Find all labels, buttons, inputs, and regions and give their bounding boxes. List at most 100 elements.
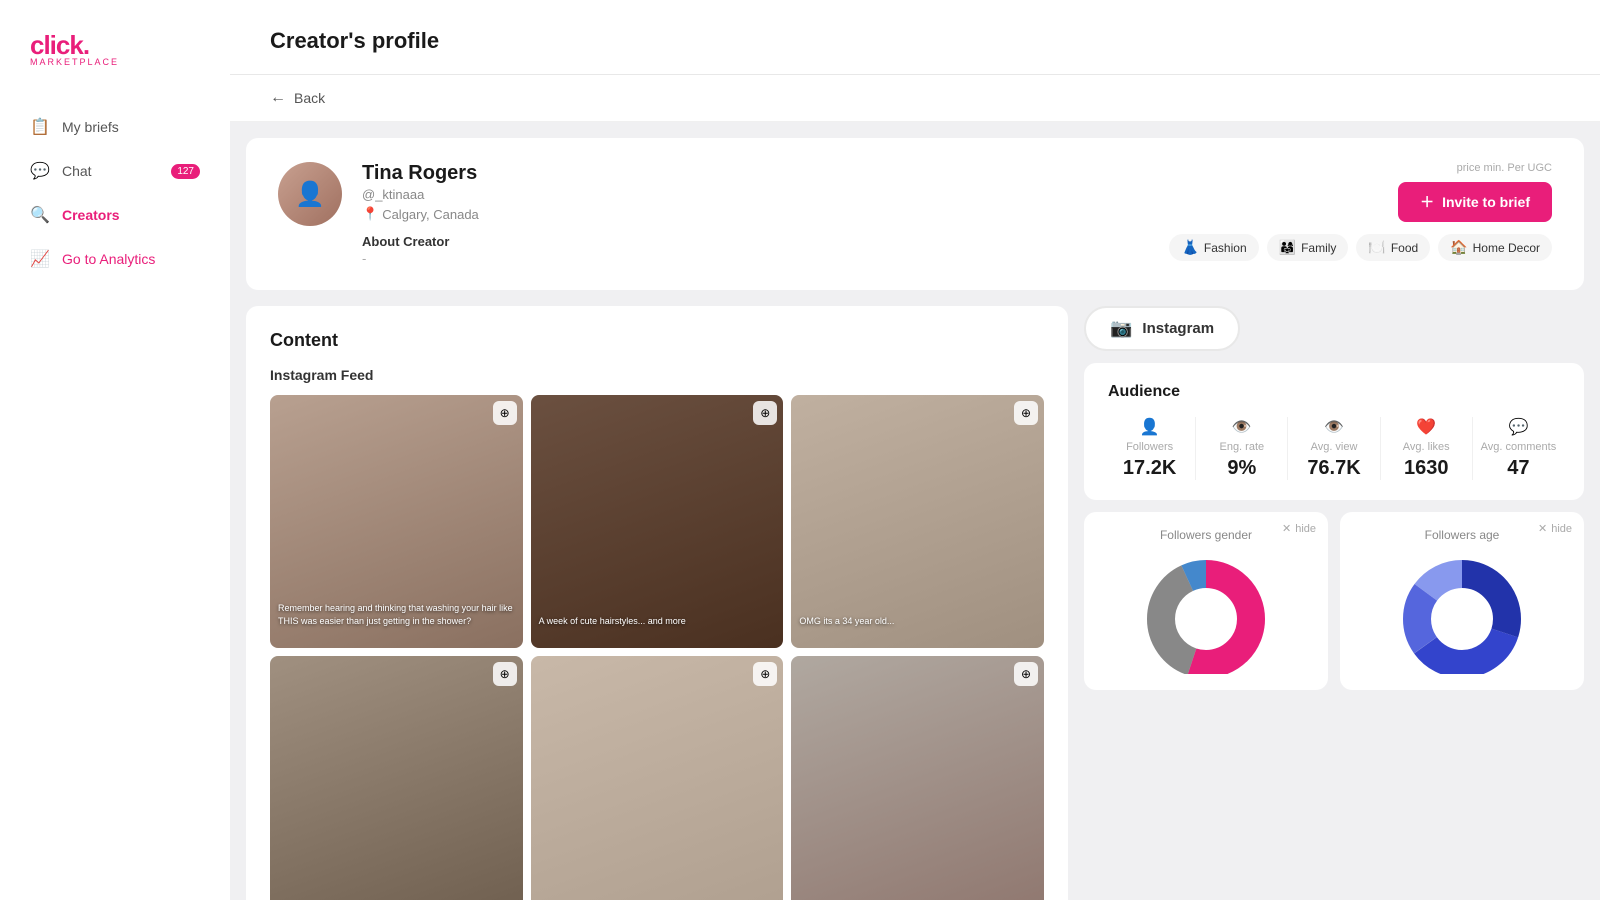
logo-sub: MARKETPLACE bbox=[30, 57, 200, 67]
instagram-icon: 📷 bbox=[1110, 318, 1132, 339]
stat-label: Avg. likes bbox=[1403, 441, 1450, 453]
page-title: Creator's profile bbox=[270, 28, 1560, 54]
tag-food: 🍽️ Food bbox=[1356, 234, 1430, 261]
stat-followers: 👤 Followers 17.2K bbox=[1108, 417, 1191, 480]
creator-location: 📍 Calgary, Canada bbox=[362, 206, 1149, 222]
creator-handle: @_ktinaaa bbox=[362, 187, 1149, 202]
stat-label: Avg. view bbox=[1311, 441, 1358, 453]
age-chart-card: ✕ hide Followers age bbox=[1340, 512, 1584, 690]
home-decor-icon: 🏠 bbox=[1450, 239, 1467, 256]
profile-info: Tina Rogers @_ktinaaa 📍 Calgary, Canada … bbox=[362, 162, 1149, 266]
back-button[interactable]: ← Back bbox=[270, 89, 325, 107]
hide-gender-button[interactable]: ✕ hide bbox=[1282, 522, 1316, 535]
feed-item[interactable]: ⊕ bbox=[791, 656, 1044, 900]
sidebar-item-my-briefs[interactable]: 📋 My briefs bbox=[16, 107, 214, 147]
gender-donut-chart bbox=[1100, 554, 1312, 674]
stat-label: Avg. comments bbox=[1481, 441, 1557, 453]
profile-right: price min. Per UGC ＋ Invite to brief 👗 F… bbox=[1169, 162, 1552, 261]
content-panel: Content Instagram Feed Remember hearing … bbox=[246, 306, 1068, 900]
save-icon[interactable]: ⊕ bbox=[1014, 662, 1038, 686]
followers-icon: 👤 bbox=[1140, 417, 1160, 437]
price-label: price min. Per UGC bbox=[1457, 162, 1552, 174]
sidebar-item-chat[interactable]: 💬 Chat 127 bbox=[16, 151, 214, 191]
invite-to-brief-button[interactable]: ＋ Invite to brief bbox=[1398, 182, 1552, 222]
creators-icon: 🔍 bbox=[30, 205, 50, 225]
chat-badge: 127 bbox=[171, 164, 200, 179]
stat-eng-rate: 👁️ Eng. rate 9% bbox=[1200, 417, 1283, 480]
briefs-icon: 📋 bbox=[30, 117, 50, 137]
feed-item-text: A week of cute hairstyles... and more bbox=[539, 615, 776, 628]
stat-value: 1630 bbox=[1404, 457, 1449, 480]
back-label: Back bbox=[294, 90, 325, 106]
gender-chart-card: ✕ hide Followers gender bbox=[1084, 512, 1328, 690]
sidebar-nav: 📋 My briefs 💬 Chat 127 🔍 Creators 📈 Go t… bbox=[0, 107, 230, 279]
sidebar-item-label: Chat bbox=[62, 163, 92, 179]
stat-value: 9% bbox=[1227, 457, 1256, 480]
stat-avg-likes: ❤️ Avg. likes 1630 bbox=[1385, 417, 1468, 480]
content-body: Content Instagram Feed Remember hearing … bbox=[246, 306, 1584, 900]
audience-title: Audience bbox=[1108, 383, 1560, 401]
charts-row: ✕ hide Followers gender bbox=[1084, 512, 1584, 690]
food-icon: 🍽️ bbox=[1368, 239, 1385, 256]
back-arrow-icon: ← bbox=[270, 89, 286, 107]
stat-label: Followers bbox=[1126, 441, 1173, 453]
analytics-panel: 📷 Instagram Audience 👤 Followers 17.2K 👁… bbox=[1084, 306, 1584, 900]
creator-tags: 👗 Fashion 👨‍👩‍👧 Family 🍽️ Food 🏠 Home De… bbox=[1169, 234, 1552, 261]
save-icon[interactable]: ⊕ bbox=[493, 401, 517, 425]
sidebar-item-creators[interactable]: 🔍 Creators bbox=[16, 195, 214, 235]
save-icon[interactable]: ⊕ bbox=[1014, 401, 1038, 425]
hide-label: hide bbox=[1551, 523, 1572, 535]
instagram-feed-grid: Remember hearing and thinking that washi… bbox=[270, 395, 1044, 900]
profile-section: 👤 Tina Rogers @_ktinaaa 📍 Calgary, Canad… bbox=[246, 138, 1584, 290]
creator-name: Tina Rogers bbox=[362, 162, 1149, 185]
sidebar-item-label: My briefs bbox=[62, 119, 119, 135]
tag-family: 👨‍👩‍👧 Family bbox=[1267, 234, 1349, 261]
chat-icon: 💬 bbox=[30, 161, 50, 181]
feed-item[interactable]: ⊕ bbox=[270, 656, 523, 900]
tag-label: Home Decor bbox=[1473, 241, 1540, 255]
instagram-platform-button[interactable]: 📷 Instagram bbox=[1084, 306, 1240, 351]
sidebar-item-analytics[interactable]: 📈 Go to Analytics bbox=[16, 239, 214, 279]
page-header: Creator's profile bbox=[230, 0, 1600, 75]
invite-label: Invite to brief bbox=[1442, 194, 1530, 210]
feed-item[interactable]: OMG its a 34 year old... ⊕ bbox=[791, 395, 1044, 648]
close-icon: ✕ bbox=[1538, 522, 1547, 535]
close-icon: ✕ bbox=[1282, 522, 1291, 535]
stat-value: 47 bbox=[1507, 457, 1529, 480]
age-chart-title: Followers age bbox=[1356, 528, 1568, 542]
feed-title: Instagram Feed bbox=[270, 367, 1044, 383]
stat-label: Eng. rate bbox=[1219, 441, 1264, 453]
analytics-icon: 📈 bbox=[30, 249, 50, 269]
hide-label: hide bbox=[1295, 523, 1316, 535]
feed-item[interactable]: ⊕ bbox=[531, 656, 784, 900]
sidebar: click. MARKETPLACE 📋 My briefs 💬 Chat 12… bbox=[0, 0, 230, 900]
about-text: - bbox=[362, 251, 1149, 266]
stats-row: 👤 Followers 17.2K 👁️ Eng. rate 9% 👁️ Avg… bbox=[1108, 417, 1560, 480]
back-row: ← Back bbox=[230, 75, 1600, 122]
logo-area: click. MARKETPLACE bbox=[0, 30, 230, 107]
feed-item[interactable]: Remember hearing and thinking that washi… bbox=[270, 395, 523, 648]
age-donut-chart bbox=[1356, 554, 1568, 674]
family-icon: 👨‍👩‍👧 bbox=[1279, 239, 1296, 256]
stat-value: 17.2K bbox=[1123, 457, 1176, 480]
feed-item-text: OMG its a 34 year old... bbox=[799, 615, 1036, 628]
tag-home-decor: 🏠 Home Decor bbox=[1438, 234, 1552, 261]
gender-chart-title: Followers gender bbox=[1100, 528, 1312, 542]
stat-avg-comments: 💬 Avg. comments 47 bbox=[1477, 417, 1560, 480]
plus-icon: ＋ bbox=[1420, 192, 1434, 212]
save-icon[interactable]: ⊕ bbox=[753, 662, 777, 686]
platform-label: Instagram bbox=[1142, 320, 1214, 337]
location-pin-icon: 📍 bbox=[362, 206, 378, 222]
tag-fashion: 👗 Fashion bbox=[1169, 234, 1258, 261]
save-icon[interactable]: ⊕ bbox=[493, 662, 517, 686]
feed-item[interactable]: A week of cute hairstyles... and more ⊕ bbox=[531, 395, 784, 648]
tag-label: Family bbox=[1301, 241, 1336, 255]
eng-rate-icon: 👁️ bbox=[1232, 417, 1252, 437]
tag-label: Food bbox=[1391, 241, 1418, 255]
content-section-title: Content bbox=[270, 330, 1044, 351]
hide-age-button[interactable]: ✕ hide bbox=[1538, 522, 1572, 535]
audience-card: Audience 👤 Followers 17.2K 👁️ Eng. rate … bbox=[1084, 363, 1584, 500]
sidebar-item-label: Creators bbox=[62, 207, 120, 223]
avatar: 👤 bbox=[278, 162, 342, 226]
save-icon[interactable]: ⊕ bbox=[753, 401, 777, 425]
